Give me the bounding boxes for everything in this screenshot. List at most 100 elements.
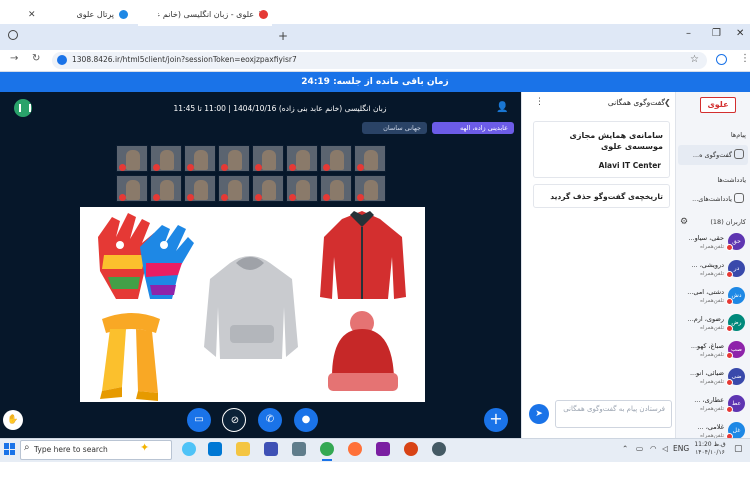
send-message-button[interactable]: ➤: [529, 404, 549, 424]
participant-video: [126, 150, 140, 170]
taskbar-search-placeholder: Type here to search: [34, 445, 108, 454]
camera-off-button[interactable]: ⊘: [222, 408, 246, 432]
user-list-item[interactable]: ضی ضیائی، انو... تلفن‌همراه: [678, 366, 748, 393]
weather-icon[interactable]: [182, 442, 196, 456]
microphone-icon: ●: [301, 414, 311, 425]
webcam-tile[interactable]: [286, 145, 318, 172]
settings-icon[interactable]: [432, 442, 446, 456]
participant-video: [160, 180, 174, 200]
webcam-tile[interactable]: [116, 175, 148, 202]
chat-message-input[interactable]: فرستادن پیام به گفت‌وگوی همگانی: [555, 400, 672, 428]
webcam-tile[interactable]: [116, 145, 148, 172]
taskbar-clock[interactable]: 11:20 ق.ظ ۱۴۰۴/۱۰/۱۶: [690, 441, 730, 457]
globe-icon[interactable]: [8, 30, 18, 40]
actions-plus-button[interactable]: +: [484, 408, 508, 432]
muted-status-icon: [726, 352, 733, 359]
site-info-icon[interactable]: [57, 55, 67, 65]
user-list-item[interactable]: دش دشتی، امی... تلفن‌همراه: [678, 285, 748, 312]
webcam-tile[interactable]: [184, 175, 216, 202]
user-device: تلفن‌همراه: [700, 325, 724, 331]
slide-image: [98, 211, 406, 401]
webcam-tile[interactable]: [150, 175, 182, 202]
webcam-tile[interactable]: [354, 145, 386, 172]
profile-icon[interactable]: [716, 54, 727, 65]
tab-english-class[interactable]: ✕ علوی - زبان انگلیسی (خانم عا...: [138, 3, 272, 26]
wifi-icon[interactable]: ◠: [650, 444, 657, 453]
user-list-item[interactable]: حق حقی، سیاو... تلفن‌همراه: [678, 231, 748, 258]
muted-status-icon: [726, 244, 733, 251]
chat-options-icon[interactable]: ⋮: [535, 97, 544, 107]
webcam-tile[interactable]: [320, 145, 352, 172]
battery-icon[interactable]: ▭: [636, 444, 643, 453]
mute-button[interactable]: ●: [294, 408, 318, 432]
copilot-sparkle-icon[interactable]: ✦: [140, 441, 149, 454]
muted-mic-icon: [289, 164, 296, 171]
favicon-icon: [119, 10, 128, 19]
presentation-slide: [80, 207, 425, 402]
clock-date: ۱۴۰۴/۱۰/۱۶: [695, 449, 725, 456]
webcam-tile[interactable]: [184, 145, 216, 172]
forward-icon[interactable]: →: [10, 53, 18, 64]
bookmark-star-icon[interactable]: ☆: [690, 54, 699, 65]
reload-icon[interactable]: ↻: [32, 53, 40, 64]
muted-mic-icon: [187, 194, 194, 201]
webcam-tile[interactable]: [218, 145, 250, 172]
window-close-icon[interactable]: ✕: [736, 28, 744, 39]
windows-start-icon[interactable]: [4, 443, 16, 455]
raise-hand-button[interactable]: ✋: [3, 410, 23, 430]
webcam-tile[interactable]: [354, 175, 386, 202]
tray-chevron-icon[interactable]: ⌃: [622, 444, 628, 453]
file-explorer-icon[interactable]: [236, 442, 250, 456]
webcam-tile[interactable]: [252, 175, 284, 202]
browser-menu-icon[interactable]: ⋮: [740, 53, 750, 64]
minimize-icon[interactable]: –: [686, 28, 691, 39]
powerpoint-icon[interactable]: [404, 442, 418, 456]
chevron-left-icon[interactable]: ❮: [664, 98, 671, 107]
sidebar-item-label: یادداشت‌های...: [692, 195, 732, 203]
sidebar-item-shared-notes[interactable]: یادداشت‌های...: [678, 189, 748, 209]
browser-tab-bar: [0, 24, 750, 50]
talking-indicator-user[interactable]: جهانی ساسان: [362, 122, 427, 134]
new-tab-icon[interactable]: +: [278, 29, 288, 43]
talking-indicator-presenter[interactable]: عابدینی زاده، الهه: [432, 122, 514, 134]
participant-video: [228, 180, 242, 200]
chat-title: گفت‌وگوی همگانی: [607, 98, 665, 107]
user-device: تلفن‌همراه: [700, 271, 724, 277]
user-name: درویشی، ...: [691, 261, 724, 269]
muted-status-icon: [726, 298, 733, 305]
webcam-tile[interactable]: [218, 175, 250, 202]
welcome-line: Alavi IT Center: [598, 161, 661, 170]
user-list-item[interactable]: عط عطاری، ... تلفن‌همراه: [678, 393, 748, 420]
user-list-item[interactable]: صب صباغ، کهو... تلفن‌همراه: [678, 339, 748, 366]
user-list-item[interactable]: در درویشی، ... تلفن‌همراه: [678, 258, 748, 285]
notes-section-title: یادداشت‌ها: [717, 176, 746, 184]
webcam-tile[interactable]: [252, 145, 284, 172]
media-player-icon[interactable]: [376, 442, 390, 456]
tab-alavi-portal[interactable]: ✕ پرتال علوی: [22, 3, 132, 26]
user-list-item[interactable]: رض رضوی، ارم... تلفن‌همراه: [678, 312, 748, 339]
connection-status-icon[interactable]: [14, 99, 32, 117]
user-device: تلفن‌همراه: [700, 352, 724, 358]
edge-icon[interactable]: [208, 442, 222, 456]
notifications-icon[interactable]: ▢: [734, 444, 743, 454]
share-screen-button[interactable]: ▭: [187, 408, 211, 432]
leave-audio-button[interactable]: ✆: [258, 408, 282, 432]
mail-icon[interactable]: [292, 442, 306, 456]
user-device: تلفن‌همراه: [700, 244, 724, 250]
chrome-icon[interactable]: [320, 442, 334, 461]
muted-status-icon: [726, 406, 733, 413]
maximize-icon[interactable]: ❐: [712, 28, 721, 39]
participant-video: [364, 180, 378, 200]
webcam-tile[interactable]: [320, 175, 352, 202]
language-indicator[interactable]: ENG: [673, 444, 689, 453]
webcam-tile[interactable]: [150, 145, 182, 172]
participant-video: [296, 150, 310, 170]
store-icon[interactable]: [264, 442, 278, 456]
volume-icon[interactable]: ◁: [662, 444, 668, 453]
firefox-icon[interactable]: [348, 442, 362, 456]
close-icon[interactable]: ✕: [28, 10, 36, 20]
user-list-icon[interactable]: 👤: [496, 102, 508, 113]
sidebar-item-public-chat[interactable]: گفت‌وگوی ه...: [678, 145, 748, 165]
gear-icon[interactable]: ⚙: [680, 217, 688, 227]
webcam-tile[interactable]: [286, 175, 318, 202]
